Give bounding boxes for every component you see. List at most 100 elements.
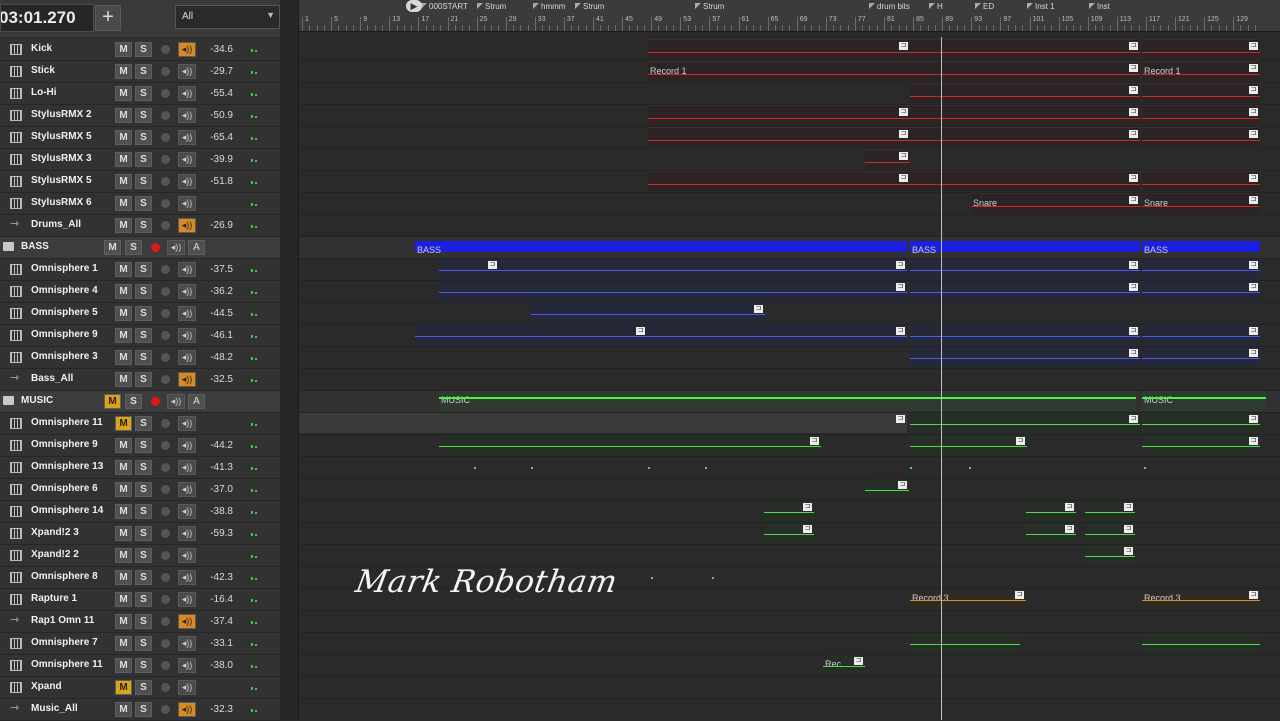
track-volume[interactable]: -33.1 <box>205 638 233 649</box>
track-splitter[interactable] <box>280 0 299 720</box>
record-arm-button[interactable] <box>161 155 170 164</box>
arrange-clip[interactable]: ⊐ <box>439 435 821 455</box>
track-name[interactable]: Xpand <box>31 681 62 692</box>
monitor-icon[interactable]: ◂)) <box>178 86 196 101</box>
monitor-icon[interactable]: ◂)) <box>178 284 196 299</box>
record-arm-button[interactable] <box>161 529 170 538</box>
monitor-icon[interactable]: ◂)) <box>178 636 196 651</box>
track-row[interactable]: Omnisphere 6 M S ◂)) -37.0 <box>0 479 280 501</box>
track-name[interactable]: Omnisphere 9 <box>31 329 98 340</box>
arrange-clip[interactable]: Record 3 ⊐ <box>910 589 1026 609</box>
monitor-icon[interactable]: ◂)) <box>178 174 196 189</box>
track-name[interactable]: Omnisphere 14 <box>31 505 103 516</box>
track-volume[interactable]: -37.0 <box>205 484 233 495</box>
track-lane[interactable]: ⊐ ⊐ ⊐ <box>299 105 1280 127</box>
track-volume[interactable]: -50.9 <box>205 110 233 121</box>
monitor-icon[interactable]: ◂)) <box>178 614 196 629</box>
mute-button[interactable]: M <box>115 636 132 651</box>
solo-button[interactable]: S <box>135 592 152 607</box>
track-name[interactable]: Rap1 Omn 11 <box>31 615 94 626</box>
track-row[interactable]: Omnisphere 9 M S ◂)) -46.1 <box>0 325 280 347</box>
arrange-clip[interactable]: BASS <box>415 241 907 255</box>
ruler-marker[interactable]: hmmm <box>533 2 565 11</box>
arrange-clip[interactable]: ⊐ <box>764 501 814 521</box>
track-name[interactable]: Bass_All <box>31 373 73 384</box>
track-row[interactable]: Omnisphere 4 M S ◂)) -36.2 <box>0 281 280 303</box>
track-volume[interactable]: -48.2 <box>205 352 233 363</box>
track-lane[interactable]: Record 1 ⊐ Record 1 ⊐ <box>299 61 1280 83</box>
solo-button[interactable]: S <box>135 86 152 101</box>
arrange-clip[interactable]: Snare ⊐ <box>1142 193 1260 213</box>
mute-button[interactable]: M <box>115 460 132 475</box>
track-volume[interactable]: -32.3 <box>205 704 233 715</box>
ruler-marker[interactable]: Strum <box>575 2 604 11</box>
track-volume[interactable]: -55.4 <box>205 88 233 99</box>
record-arm-button[interactable] <box>161 419 170 428</box>
ruler-marker[interactable]: H <box>929 2 943 11</box>
mute-button[interactable]: M <box>115 482 132 497</box>
record-arm-button[interactable] <box>161 485 170 494</box>
mute-button[interactable]: M <box>115 174 132 189</box>
arrange-clip[interactable]: ⊐ <box>910 105 1140 125</box>
track-lane[interactable]: ⊐ ⊐ ⊐ <box>299 281 1280 303</box>
mute-button[interactable]: M <box>115 262 132 277</box>
arrange-clip[interactable]: Rec ⊐ <box>823 655 865 675</box>
solo-button[interactable]: S <box>135 196 152 211</box>
monitor-icon[interactable]: ◂)) <box>178 130 196 145</box>
mute-button[interactable]: M <box>115 372 132 387</box>
track-name[interactable]: Kick <box>31 43 52 54</box>
arrange-clip[interactable]: ⊐ <box>910 171 1140 191</box>
track-volume[interactable]: -41.3 <box>205 462 233 473</box>
track-volume[interactable]: -39.9 <box>205 154 233 165</box>
solo-button[interactable]: S <box>135 658 152 673</box>
track-name[interactable]: Omnisphere 11 <box>31 659 103 670</box>
track-lane[interactable]: ⊐ ⊐ ⊐ <box>299 523 1280 545</box>
track-row[interactable]: Omnisphere 11 M S ◂)) <box>0 413 280 435</box>
monitor-icon[interactable]: ◂)) <box>178 526 196 541</box>
mute-button[interactable]: M <box>115 438 132 453</box>
arrange-clip[interactable]: ⊐ <box>865 149 910 169</box>
track-name[interactable]: Omnisphere 7 <box>31 637 98 648</box>
mute-button[interactable]: M <box>115 702 132 717</box>
record-arm-button[interactable] <box>161 573 170 582</box>
monitor-icon[interactable]: ◂)) <box>178 42 196 57</box>
monitor-icon[interactable]: ◂)) <box>167 394 185 409</box>
solo-button[interactable]: S <box>135 108 152 123</box>
arrange-clip[interactable]: ⊐ <box>648 39 910 59</box>
track-volume[interactable]: -44.5 <box>205 308 233 319</box>
arrange-clip[interactable]: ⊐ <box>910 83 1140 103</box>
solo-button[interactable]: S <box>135 460 152 475</box>
automation-button[interactable]: A <box>188 394 205 409</box>
solo-button[interactable]: S <box>135 548 152 563</box>
solo-button[interactable]: S <box>135 438 152 453</box>
arrange-clip[interactable]: ⊐ <box>648 105 910 125</box>
arrange-clip[interactable]: Record 3 ⊐ <box>1142 589 1260 609</box>
arrange-clip[interactable]: ⊐ <box>764 523 814 543</box>
arrange-clip[interactable]: ⊐ <box>1142 127 1260 147</box>
arrange-clip[interactable]: ⊐ <box>1142 413 1260 433</box>
mute-button[interactable]: M <box>115 658 132 673</box>
track-volume[interactable]: -16.4 <box>205 594 233 605</box>
arrange-clip[interactable]: Record 1 ⊐ <box>1142 61 1260 81</box>
record-arm-button[interactable] <box>161 199 170 208</box>
arrange-clip[interactable]: ⊐ <box>1142 325 1260 345</box>
mute-button[interactable]: M <box>104 394 121 409</box>
track-name[interactable]: Omnisphere 6 <box>31 483 98 494</box>
solo-button[interactable]: S <box>135 350 152 365</box>
track-volume[interactable]: -29.7 <box>205 66 233 77</box>
track-volume[interactable]: -34.6 <box>205 44 233 55</box>
mute-button[interactable]: M <box>115 218 132 233</box>
solo-button[interactable]: S <box>135 526 152 541</box>
arrange-clip[interactable]: Record 1 ⊐ <box>648 61 1140 81</box>
track-name[interactable]: Omnisphere 11 <box>31 417 103 428</box>
solo-button[interactable]: S <box>135 262 152 277</box>
track-lane[interactable] <box>299 457 1280 479</box>
monitor-icon[interactable]: ◂)) <box>178 548 196 563</box>
monitor-icon[interactable]: ◂)) <box>178 416 196 431</box>
monitor-icon[interactable]: ◂)) <box>178 108 196 123</box>
arrange-clip[interactable]: ⊐ <box>910 39 1140 59</box>
arrange-clip[interactable]: ⊐ <box>648 127 910 147</box>
mute-button[interactable]: M <box>115 350 132 365</box>
arrange-clip[interactable]: ⊐ <box>910 413 1140 433</box>
track-row[interactable]: Omnisphere 7 M S ◂)) -33.1 <box>0 633 280 655</box>
